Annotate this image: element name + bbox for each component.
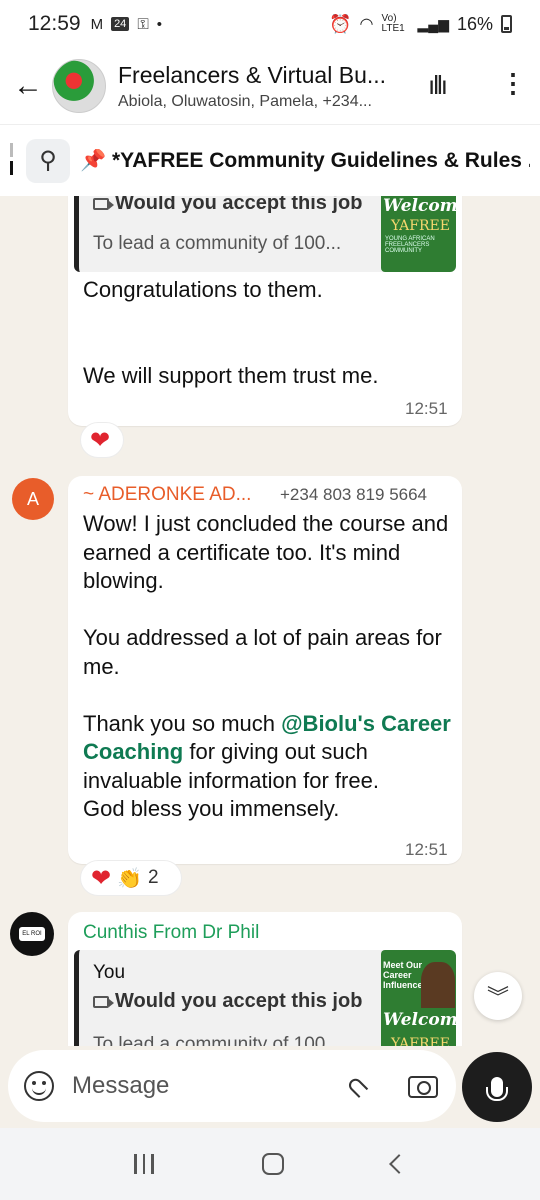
- battery-percent: 16%: [456, 13, 493, 34]
- heart-reaction-icon: ❤: [90, 426, 111, 454]
- sender-name[interactable]: ~ ADERONKE AD...: [83, 484, 251, 506]
- back-arrow-icon[interactable]: ←: [6, 69, 50, 103]
- clap-reaction-icon: 👏: [117, 867, 143, 890]
- message-time: 12:51: [405, 840, 448, 859]
- quoted-author: You: [93, 962, 126, 983]
- quoted-thumbnail: Welcome YAFREE YOUNG AFRICAN FREELANCERS…: [381, 196, 456, 272]
- wifi-icon: ◠: [359, 16, 374, 33]
- pinned-indicator: [10, 143, 13, 179]
- heart-reaction-icon: ❤: [91, 864, 112, 892]
- thumb-welcome: Welcome: [383, 1010, 456, 1030]
- system-navigation-bar: [0, 1128, 540, 1200]
- message-time: 12:51: [405, 399, 448, 418]
- camera-icon[interactable]: [408, 1076, 438, 1098]
- thumb-person: [421, 962, 455, 1008]
- attachment-icon[interactable]: ⊂: [338, 1066, 378, 1106]
- signal-icon: ▂▄▆: [417, 15, 449, 32]
- sender-avatar[interactable]: EL ROI: [10, 912, 54, 956]
- network-label: Vo) LTE1: [381, 13, 405, 34]
- reaction-badge[interactable]: ❤: [80, 422, 124, 458]
- notification-icons: M 24 ⚿ •: [91, 16, 162, 33]
- microphone-icon: [486, 1077, 508, 1101]
- system-back-icon[interactable]: [388, 1154, 409, 1174]
- vpn-icon: ⚿: [137, 15, 149, 33]
- gmail-icon: M: [90, 15, 104, 33]
- quoted-message[interactable]: Would you accept this job To lead a comm…: [74, 196, 456, 272]
- battery-icon: [501, 15, 512, 33]
- scroll-to-bottom-button[interactable]: ︾: [474, 972, 522, 1020]
- message-input-bar[interactable]: Message ⊂: [8, 1050, 456, 1122]
- quoted-message[interactable]: You Would you accept this job To lead a …: [74, 950, 456, 1046]
- thumb-welcome: Welcome: [383, 196, 456, 216]
- quoted-subtitle: To lead a community of 100...: [93, 1034, 342, 1046]
- chat-header: ← Freelancers & Virtual Bu... Abiola, Ol…: [0, 48, 540, 124]
- pinned-message-text: 📌 *YAFREE Community Guidelines & Rules .…: [80, 148, 530, 172]
- message-list[interactable]: Would you accept this job To lead a comm…: [0, 196, 540, 1046]
- sender-avatar[interactable]: A: [12, 478, 54, 520]
- quoted-thumbnail: Meet Our Career Influencers Welcome YAFR…: [381, 950, 456, 1046]
- quoted-subtitle: To lead a community of 100...: [93, 233, 342, 254]
- reaction-count: 2: [148, 867, 159, 888]
- status-bar: 12:59 M 24 ⚿ • ⏰ ◠ Vo) LTE1 ▂▄▆ 16%: [0, 0, 540, 48]
- message-bubble[interactable]: Would you accept this job To lead a comm…: [68, 196, 462, 426]
- sticker-emoji-icon[interactable]: [24, 1071, 54, 1101]
- status-right: ⏰ ◠ Vo) LTE1 ▂▄▆ 16%: [329, 14, 512, 35]
- pin-icon[interactable]: ⚲: [26, 138, 70, 183]
- thumb-caption: Meet Our Career Influencers: [383, 960, 432, 990]
- sender-phone: +234 803 819 5664: [280, 485, 428, 504]
- sender-name[interactable]: Cunthis From Dr Phil: [83, 922, 259, 944]
- thumb-tagline: YOUNG AFRICAN FREELANCERS COMMUNITY: [385, 236, 435, 254]
- thumb-brand: YAFREE: [391, 218, 450, 234]
- quoted-title: Would you accept this job: [93, 990, 362, 1013]
- audio-call-icon[interactable]: ıllı: [428, 70, 448, 101]
- status-time: 12:59: [28, 12, 81, 35]
- message-text: Congratulations to them. We will support…: [83, 277, 379, 388]
- message-bubble[interactable]: ~ ADERONKE AD... +234 803 819 5664 Wow! …: [68, 476, 462, 864]
- quoted-title: Would you accept this job: [93, 196, 362, 215]
- video-icon: [93, 197, 114, 210]
- message-text: Wow! I just concluded the course and ear…: [83, 511, 451, 821]
- thumb-brand: YAFREE: [391, 1036, 450, 1046]
- reaction-badge[interactable]: ❤ 👏 2: [80, 860, 182, 896]
- more-options-icon[interactable]: ⋮: [500, 68, 526, 99]
- more-notifications-icon: •: [156, 15, 162, 33]
- message-bubble[interactable]: Cunthis From Dr Phil You Would you accep…: [68, 912, 462, 1046]
- chat-title: Freelancers & Virtual Bu...: [118, 61, 387, 88]
- recent-apps-icon[interactable]: [134, 1154, 154, 1174]
- home-icon[interactable]: [261, 1153, 284, 1175]
- alarm-icon: ⏰: [329, 13, 352, 34]
- voice-message-button[interactable]: [462, 1052, 532, 1122]
- message-input[interactable]: Message: [72, 1072, 169, 1100]
- pinned-message-bar[interactable]: ⚲ 📌 *YAFREE Community Guidelines & Rules…: [0, 124, 540, 196]
- group-avatar[interactable]: [52, 59, 106, 113]
- chat-participants: Abiola, Oluwatosin, Pamela, +234...: [118, 92, 372, 110]
- video-icon: [93, 995, 114, 1008]
- chat-title-area[interactable]: Freelancers & Virtual Bu... Abiola, Oluw…: [118, 62, 418, 111]
- calendar-icon: 24: [111, 17, 130, 31]
- double-chevron-down-icon: ︾: [486, 985, 509, 1010]
